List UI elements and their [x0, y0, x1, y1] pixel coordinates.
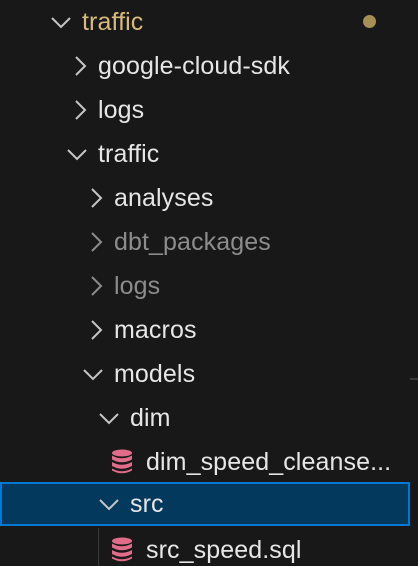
chevron-right-icon[interactable] [86, 220, 108, 264]
tree-item-label: dim_speed_cleanse... [146, 448, 392, 476]
tree-item-label: google-cloud-sdk [98, 52, 290, 80]
chevron-right-icon[interactable] [86, 264, 108, 308]
tree-item-label: traffic [82, 8, 144, 36]
chevron-down-icon[interactable] [66, 132, 88, 176]
tree-item-label: src_speed.sql [146, 536, 302, 564]
tree-item-models[interactable]: models [0, 352, 418, 396]
tree-item-logs-ignored[interactable]: logs [0, 264, 418, 308]
tree-item-label: models [114, 360, 196, 388]
chevron-right-icon[interactable] [70, 88, 92, 132]
tree-item-dim-speed-cleanse[interactable]: dim_speed_cleanse... [0, 440, 418, 484]
database-icon [110, 528, 134, 566]
chevron-right-icon[interactable] [86, 176, 108, 220]
database-icon [110, 440, 134, 484]
modified-indicator-dot [363, 15, 376, 28]
tree-item-dbt-packages[interactable]: dbt_packages [0, 220, 418, 264]
tree-item-analyses[interactable]: analyses [0, 176, 418, 220]
chevron-down-icon[interactable] [98, 482, 120, 526]
chevron-down-icon[interactable] [50, 0, 72, 44]
chevron-right-icon[interactable] [70, 44, 92, 88]
tree-item-traffic[interactable]: traffic [0, 132, 418, 176]
tree-item-label: logs [114, 272, 161, 300]
tree-item-google-cloud-sdk[interactable]: google-cloud-sdk [0, 44, 418, 88]
tree-item-src-speed-sql[interactable]: src_speed.sql [0, 528, 418, 566]
tree-item-src[interactable]: src [0, 482, 410, 526]
tree-item-label: analyses [114, 184, 214, 212]
tree-item-label: src [130, 490, 164, 518]
file-explorer-tree: traffic google-cloud-sdk logs traffic an… [0, 0, 418, 566]
tree-item-label: dim [130, 404, 171, 432]
chevron-down-icon[interactable] [98, 396, 120, 440]
tree-item-label: dbt_packages [114, 228, 271, 256]
tree-item-label: traffic [98, 140, 160, 168]
tree-item-macros[interactable]: macros [0, 308, 418, 352]
tree-item-logs[interactable]: logs [0, 88, 418, 132]
tree-item-label: macros [114, 316, 197, 344]
tree-item-label: logs [98, 96, 145, 124]
tree-item-traffic-root[interactable]: traffic [0, 0, 418, 44]
tree-item-dim[interactable]: dim [0, 396, 418, 440]
chevron-down-icon[interactable] [82, 352, 104, 396]
scrollbar-indicator[interactable] [410, 378, 418, 380]
chevron-right-icon[interactable] [86, 308, 108, 352]
